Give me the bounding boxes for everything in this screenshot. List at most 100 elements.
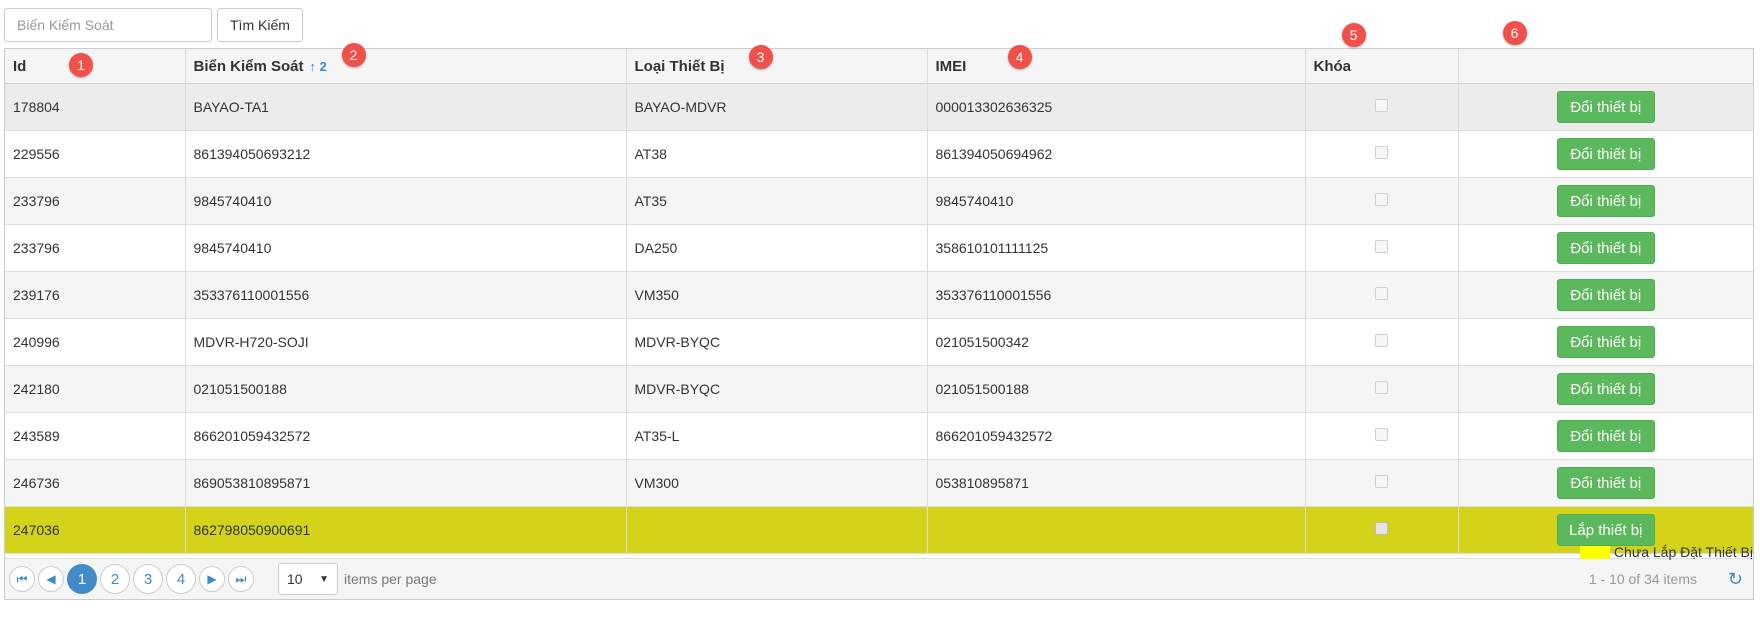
legend-label: Chưa Lắp Đặt Thiết Bị [1613, 544, 1753, 560]
cell-lock [1305, 506, 1459, 554]
change-device-button[interactable]: Đổi thiết bị [1556, 279, 1655, 311]
column-header-plate[interactable]: Biển Kiểm Soát ↑ 2 2 [185, 43, 627, 84]
cell-imei [927, 506, 1306, 554]
lock-checkbox[interactable] [1375, 381, 1388, 394]
lock-checkbox[interactable] [1375, 99, 1388, 112]
annotation-badge: 4 [1007, 45, 1032, 69]
cell-device-type: AT35 [626, 177, 928, 225]
cell-id: 233796 [5, 177, 186, 225]
search-button[interactable]: Tìm Kiếm [217, 8, 303, 42]
cell-device-type: VM300 [626, 459, 928, 507]
sort-ascending-icon: ↑ 2 [309, 58, 327, 74]
column-header-action: 6 [1458, 21, 1753, 84]
cell-lock [1305, 318, 1459, 366]
lock-checkbox[interactable] [1375, 240, 1388, 253]
table-header: Id 1 Biển Kiểm Soát ↑ 2 2 Loại Thiết Bị 3… [5, 21, 1753, 84]
lock-checkbox[interactable] [1375, 193, 1388, 206]
change-device-button[interactable]: Đổi thiết bị [1556, 185, 1655, 217]
table-row[interactable]: 240996 MDVR-H720-SOJI MDVR-BYQC 02105150… [5, 318, 1753, 366]
cell-device-type: BAYAO-MDVR [626, 83, 928, 131]
cell-plate: BAYAO-TA1 [185, 83, 627, 131]
change-device-button[interactable]: Đổi thiết bị [1556, 91, 1655, 123]
cell-plate: MDVR-H720-SOJI [185, 318, 627, 366]
cell-lock [1305, 412, 1459, 460]
page-size-select[interactable]: 10 ▼ [278, 563, 338, 595]
column-header-label: Khóa [1313, 57, 1352, 75]
cell-action: Đổi thiết bị [1458, 177, 1753, 225]
first-page-icon[interactable]: ⏮ [9, 566, 35, 592]
cell-plate: 9845740410 [185, 224, 627, 272]
lock-checkbox[interactable] [1375, 522, 1388, 535]
column-header-imei[interactable]: IMEI 4 [927, 45, 1306, 84]
page-size-value: 10 [287, 571, 303, 587]
pager: ⏮ ◀ 1 2 3 4 ▶ ⏭ 10 ▼ items per page 1 - … [5, 558, 1753, 599]
column-header-label: Biển Kiểm Soát [193, 57, 304, 75]
change-device-button[interactable]: Đổi thiết bị [1556, 467, 1655, 499]
cell-device-type: AT35-L [626, 412, 928, 460]
table-row[interactable]: 229556 861394050693212 AT38 861394050694… [5, 130, 1753, 178]
cell-imei: 358610101111125 [927, 224, 1306, 272]
change-device-button[interactable]: Đổi thiết bị [1556, 232, 1655, 264]
column-header-lock[interactable]: Khóa 5 [1305, 23, 1459, 84]
cell-action: Đổi thiết bị [1458, 365, 1753, 413]
cell-id: 239176 [5, 271, 186, 319]
refresh-icon[interactable]: ↻ [1728, 569, 1743, 590]
table-row[interactable]: 243589 866201059432572 AT35-L 8662010594… [5, 412, 1753, 460]
cell-imei: 861394050694962 [927, 130, 1306, 178]
change-device-button[interactable]: Đổi thiết bị [1556, 420, 1655, 452]
cell-id: 242180 [5, 365, 186, 413]
table-row[interactable]: 178804 BAYAO-TA1 BAYAO-MDVR 000013302636… [5, 83, 1753, 131]
table-row[interactable]: 233796 9845740410 AT35 9845740410 Đổi th… [5, 177, 1753, 225]
cell-plate: 862798050900691 [185, 506, 627, 554]
cell-device-type: MDVR-BYQC [626, 365, 928, 413]
column-header-id[interactable]: Id 1 [5, 49, 186, 84]
page-button-2[interactable]: 2 [100, 564, 130, 594]
table-row[interactable]: 233796 9845740410 DA250 358610101111125 … [5, 224, 1753, 272]
table-row[interactable]: 239176 353376110001556 VM350 35337611000… [5, 271, 1753, 319]
cell-id: 229556 [5, 130, 186, 178]
lock-checkbox[interactable] [1375, 146, 1388, 159]
cell-id: 178804 [5, 83, 186, 131]
annotation-badge: 3 [748, 45, 773, 69]
column-header-label: Id [13, 57, 27, 75]
cell-lock [1305, 177, 1459, 225]
install-device-button[interactable]: Lắp thiết bị [1556, 514, 1655, 546]
annotation-badge: 2 [341, 43, 366, 67]
device-grid: Id 1 Biển Kiểm Soát ↑ 2 2 Loại Thiết Bị 3… [4, 21, 1754, 600]
table-row[interactable]: 242180 021051500188 MDVR-BYQC 0210515001… [5, 365, 1753, 413]
cell-lock [1305, 459, 1459, 507]
cell-plate: 353376110001556 [185, 271, 627, 319]
table-row-uninstalled[interactable]: 247036 862798050900691 Lắp thiết bị [5, 506, 1753, 554]
change-device-button[interactable]: Đổi thiết bị [1556, 138, 1655, 170]
column-header-device-type[interactable]: Loại Thiết Bị 3 [626, 45, 928, 84]
lock-checkbox[interactable] [1375, 475, 1388, 488]
cell-plate: 866201059432572 [185, 412, 627, 460]
cell-lock [1305, 271, 1459, 319]
prev-page-icon[interactable]: ◀ [38, 566, 64, 592]
lock-checkbox[interactable] [1375, 287, 1388, 300]
page-button-1[interactable]: 1 [67, 564, 97, 594]
change-device-button[interactable]: Đổi thiết bị [1556, 373, 1655, 405]
next-page-icon[interactable]: ▶ [199, 566, 225, 592]
cell-device-type [626, 506, 928, 554]
search-input[interactable] [4, 8, 212, 42]
cell-imei: 021051500342 [927, 318, 1306, 366]
legend-swatch [1579, 545, 1610, 559]
table-row[interactable]: 246736 869053810895871 VM300 05381089587… [5, 459, 1753, 507]
cell-plate: 9845740410 [185, 177, 627, 225]
change-device-button[interactable]: Đổi thiết bị [1556, 326, 1655, 358]
cell-device-type: VM350 [626, 271, 928, 319]
device-table: Id 1 Biển Kiểm Soát ↑ 2 2 Loại Thiết Bị 3… [5, 21, 1753, 554]
page-button-3[interactable]: 3 [133, 564, 163, 594]
cell-action: Đổi thiết bị [1458, 271, 1753, 319]
annotation-badge: 6 [1502, 21, 1527, 45]
cell-action: Đổi thiết bị [1458, 412, 1753, 460]
lock-checkbox[interactable] [1375, 334, 1388, 347]
page-button-4[interactable]: 4 [166, 564, 196, 594]
cell-lock [1305, 224, 1459, 272]
cell-id: 243589 [5, 412, 186, 460]
lock-checkbox[interactable] [1375, 428, 1388, 441]
cell-plate: 861394050693212 [185, 130, 627, 178]
last-page-icon[interactable]: ⏭ [228, 566, 254, 592]
annotation-badge: 5 [1341, 23, 1366, 47]
